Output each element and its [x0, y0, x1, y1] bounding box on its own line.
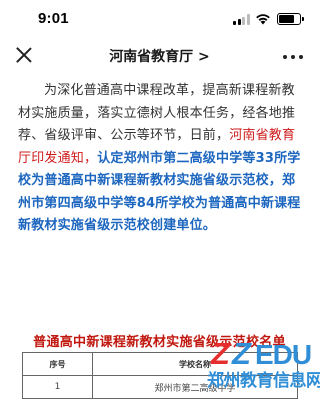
- account-title-link[interactable]: 河南省教育厅 >: [0, 46, 319, 66]
- watermark-site-name: 郑州教育信息网: [207, 371, 320, 391]
- battery-icon: [277, 13, 304, 25]
- logo-edu-text: EDU: [255, 339, 312, 370]
- logo-letter-z-blue: Z: [232, 336, 251, 371]
- status-time: 9:01: [38, 10, 69, 27]
- status-bar: 9:01: [0, 0, 319, 36]
- column-header-number: 序号: [22, 352, 93, 376]
- cellular-signal-icon: [233, 14, 250, 25]
- nav-bar: 河南省教育厅 >: [0, 36, 319, 76]
- site-watermark-logo: Z Z EDU 郑州教育信息网: [203, 336, 320, 397]
- row-number: 1: [22, 375, 93, 399]
- article-body: 为深化普通高中课程改革，提高新课程新教材实施质量，落实立德树人根本任务，经各地推…: [18, 80, 305, 238]
- logo-letter-z-red: Z: [211, 336, 230, 371]
- more-options-button[interactable]: [283, 55, 305, 61]
- wifi-icon: [256, 14, 270, 25]
